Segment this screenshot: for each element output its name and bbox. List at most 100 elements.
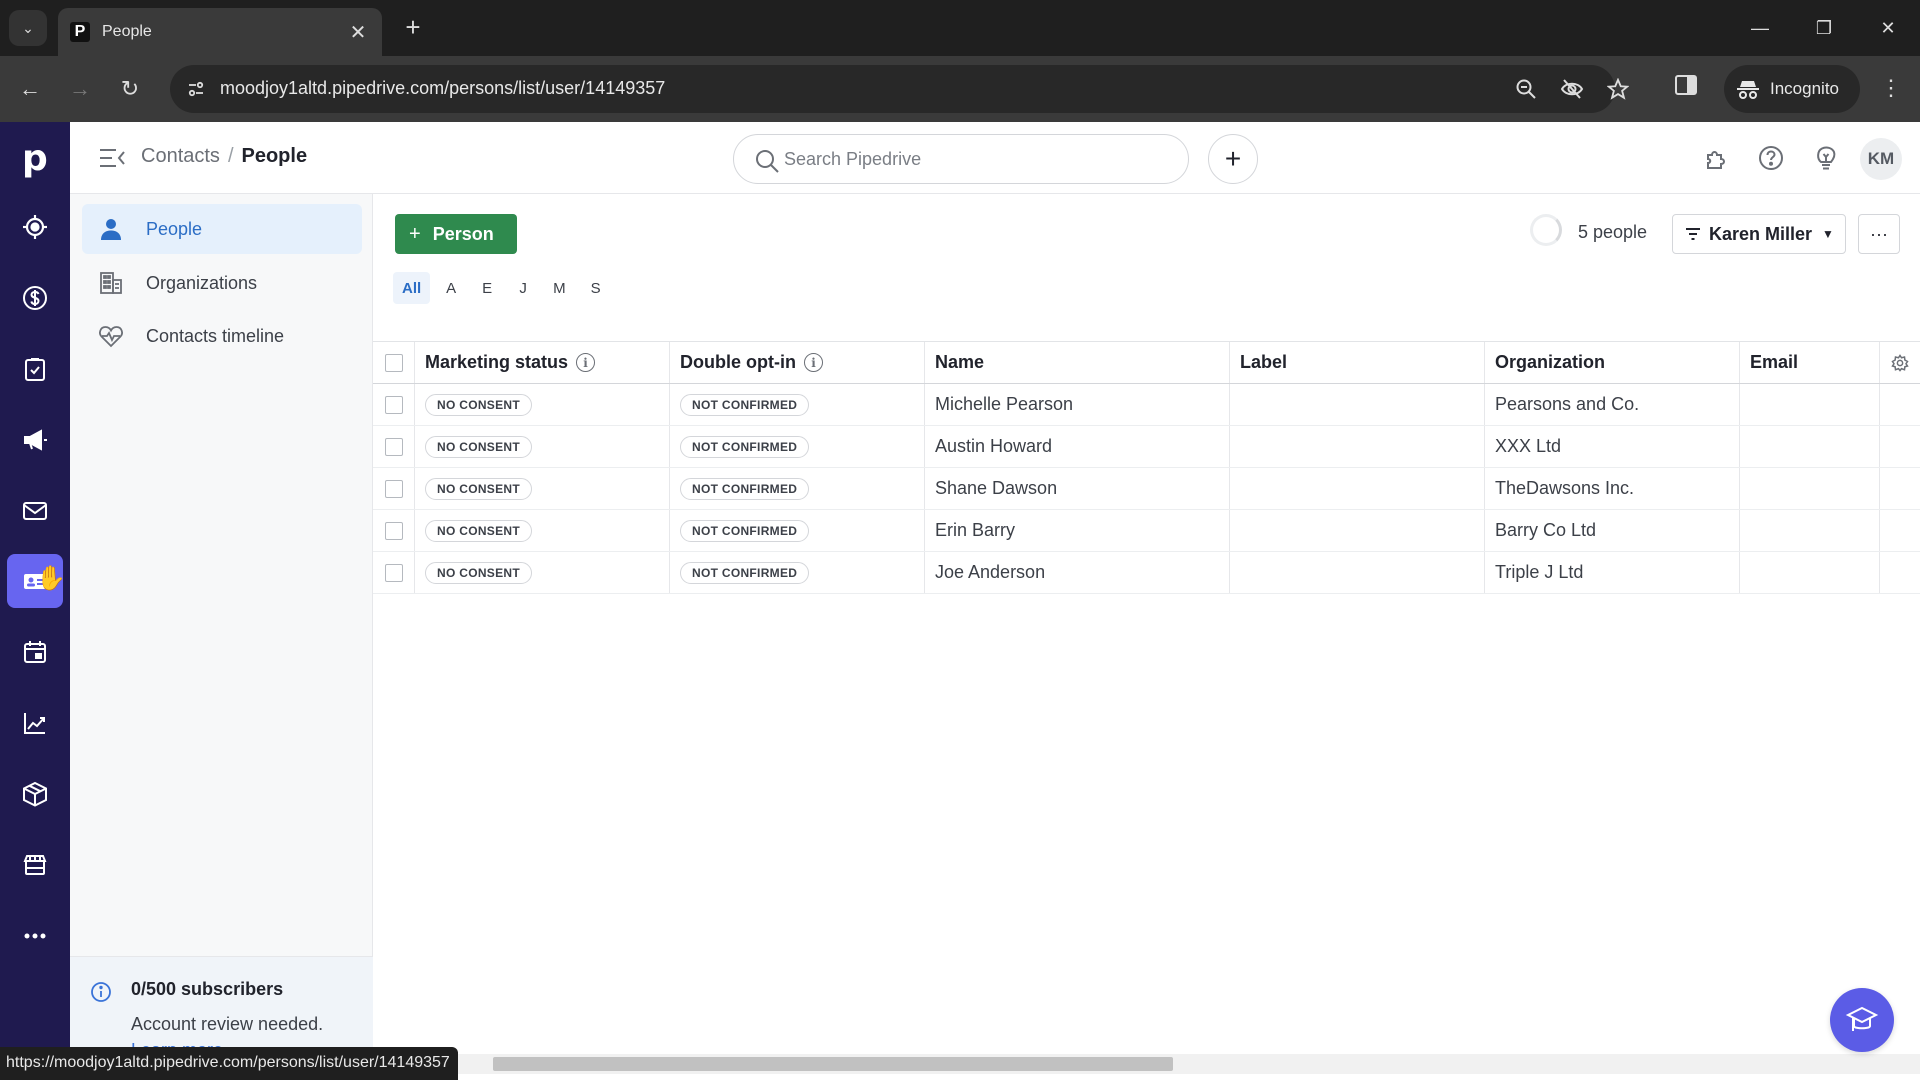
subnav-item-organizations[interactable]: Organizations: [82, 258, 362, 308]
column-settings-button[interactable]: [1880, 342, 1920, 383]
nav-insights[interactable]: [7, 696, 63, 750]
column-header-label-col[interactable]: Label: [1230, 342, 1485, 383]
column-header-name[interactable]: Name: [925, 342, 1230, 383]
marketing-status-cell[interactable]: NO CONSENT: [415, 510, 670, 551]
name-cell[interactable]: Michelle Pearson: [925, 384, 1230, 425]
organization-cell[interactable]: XXX Ltd: [1485, 426, 1740, 467]
extensions-icon[interactable]: [1701, 142, 1733, 174]
nav-leads[interactable]: [7, 200, 63, 254]
label-cell[interactable]: [1230, 384, 1485, 425]
email-cell[interactable]: [1740, 510, 1880, 551]
table-row[interactable]: NO CONSENT NOT CONFIRMED Austin Howard X…: [373, 426, 1920, 468]
url-text[interactable]: moodjoy1altd.pipedrive.com/persons/list/…: [220, 78, 665, 99]
horizontal-scrollbar[interactable]: [373, 1054, 1920, 1074]
more-actions-button[interactable]: ···: [1858, 214, 1900, 254]
marketing-status-cell[interactable]: NO CONSENT: [415, 468, 670, 509]
double-opt-in-cell[interactable]: NOT CONFIRMED: [670, 468, 925, 509]
collapse-sidebar-icon[interactable]: [98, 146, 126, 170]
nav-marketplace[interactable]: [7, 838, 63, 892]
name-cell[interactable]: Shane Dawson: [925, 468, 1230, 509]
name-cell[interactable]: Joe Anderson: [925, 552, 1230, 593]
table-row[interactable]: NO CONSENT NOT CONFIRMED Michelle Pearso…: [373, 384, 1920, 426]
email-cell[interactable]: [1740, 426, 1880, 467]
row-checkbox[interactable]: [385, 563, 403, 582]
email-cell[interactable]: [1740, 552, 1880, 593]
nav-mail[interactable]: [7, 484, 63, 538]
marketing-status-cell[interactable]: NO CONSENT: [415, 426, 670, 467]
forward-icon[interactable]: →: [62, 71, 98, 107]
table-row[interactable]: NO CONSENT NOT CONFIRMED Joe Anderson Tr…: [373, 552, 1920, 594]
alpha-filter-a[interactable]: A: [436, 272, 466, 304]
row-checkbox[interactable]: [385, 521, 403, 540]
column-header-marketing-status[interactable]: Marketing status i: [415, 342, 670, 383]
close-tab-icon[interactable]: ✕: [344, 20, 372, 45]
nav-projects[interactable]: [7, 342, 63, 396]
table-row[interactable]: NO CONSENT NOT CONFIRMED Shane Dawson Th…: [373, 468, 1920, 510]
incognito-indicator[interactable]: Incognito: [1724, 65, 1860, 113]
pipedrive-logo[interactable]: p: [22, 138, 48, 179]
marketing-status-cell[interactable]: NO CONSENT: [415, 552, 670, 593]
nav-deals[interactable]: [7, 271, 63, 325]
browser-tab[interactable]: P People ✕: [58, 8, 382, 56]
bookmark-star-icon[interactable]: [1604, 75, 1632, 103]
minimize-icon[interactable]: —: [1740, 10, 1780, 46]
global-search[interactable]: [733, 134, 1189, 184]
organization-cell[interactable]: Barry Co Ltd: [1485, 510, 1740, 551]
alpha-filter-all[interactable]: All: [393, 272, 431, 304]
browser-menu-icon[interactable]: ⋮: [1876, 73, 1906, 103]
label-cell[interactable]: [1230, 510, 1485, 551]
double-opt-in-cell[interactable]: NOT CONFIRMED: [670, 552, 925, 593]
close-window-icon[interactable]: ✕: [1868, 10, 1908, 46]
organization-cell[interactable]: Pearsons and Co.: [1485, 384, 1740, 425]
scrollbar-thumb[interactable]: [493, 1057, 1173, 1071]
add-person-button[interactable]: + Person: [395, 214, 517, 254]
address-bar[interactable]: moodjoy1altd.pipedrive.com/persons/list/…: [170, 65, 1629, 113]
alpha-filter-e[interactable]: E: [472, 272, 502, 304]
info-icon[interactable]: i: [803, 353, 823, 372]
organization-cell[interactable]: TheDawsons Inc.: [1485, 468, 1740, 509]
nav-more[interactable]: [7, 909, 63, 963]
lightbulb-icon[interactable]: [1810, 142, 1842, 174]
restore-icon[interactable]: ❐: [1804, 10, 1844, 46]
search-input[interactable]: [784, 145, 1164, 173]
column-header-email[interactable]: Email: [1740, 342, 1880, 383]
marketing-status-cell[interactable]: NO CONSENT: [415, 384, 670, 425]
zoom-out-icon[interactable]: [1512, 75, 1540, 103]
name-cell[interactable]: Erin Barry: [925, 510, 1230, 551]
label-cell[interactable]: [1230, 468, 1485, 509]
alpha-filter-s[interactable]: S: [581, 272, 611, 304]
alpha-filter-m[interactable]: M: [544, 272, 575, 304]
subnav-item-contacts-timeline[interactable]: Contacts timeline: [82, 311, 362, 361]
table-row[interactable]: NO CONSENT NOT CONFIRMED Erin Barry Barr…: [373, 510, 1920, 552]
email-cell[interactable]: [1740, 384, 1880, 425]
row-checkbox[interactable]: [385, 395, 403, 414]
nav-products[interactable]: [7, 767, 63, 821]
help-icon[interactable]: [1755, 142, 1787, 174]
row-checkbox[interactable]: [385, 437, 403, 456]
nav-activities[interactable]: [7, 625, 63, 679]
site-info-icon[interactable]: [184, 77, 208, 101]
alpha-filter-j[interactable]: J: [508, 272, 538, 304]
info-icon[interactable]: i: [576, 353, 596, 372]
organization-cell[interactable]: Triple J Ltd: [1485, 552, 1740, 593]
column-header-double-opt-in[interactable]: Double opt-in i: [670, 342, 925, 383]
tab-search-button[interactable]: ⌄: [9, 10, 47, 46]
double-opt-in-cell[interactable]: NOT CONFIRMED: [670, 384, 925, 425]
label-cell[interactable]: [1230, 426, 1485, 467]
reload-icon[interactable]: ↻: [112, 71, 148, 107]
nav-campaigns[interactable]: [7, 413, 63, 467]
owner-filter-dropdown[interactable]: Karen Miller ▼: [1672, 214, 1846, 254]
breadcrumb-contacts[interactable]: Contacts: [141, 145, 220, 167]
subnav-item-people[interactable]: People: [82, 204, 362, 254]
double-opt-in-cell[interactable]: NOT CONFIRMED: [670, 510, 925, 551]
double-opt-in-cell[interactable]: NOT CONFIRMED: [670, 426, 925, 467]
quick-add-button[interactable]: +: [1208, 134, 1258, 184]
academy-button[interactable]: [1830, 988, 1894, 1052]
column-header-organization[interactable]: Organization: [1485, 342, 1740, 383]
new-tab-button[interactable]: +: [398, 12, 428, 43]
label-cell[interactable]: [1230, 552, 1485, 593]
name-cell[interactable]: Austin Howard: [925, 426, 1230, 467]
side-panel-icon[interactable]: [1674, 73, 1704, 103]
back-icon[interactable]: ←: [12, 71, 48, 107]
row-checkbox[interactable]: [385, 479, 403, 498]
